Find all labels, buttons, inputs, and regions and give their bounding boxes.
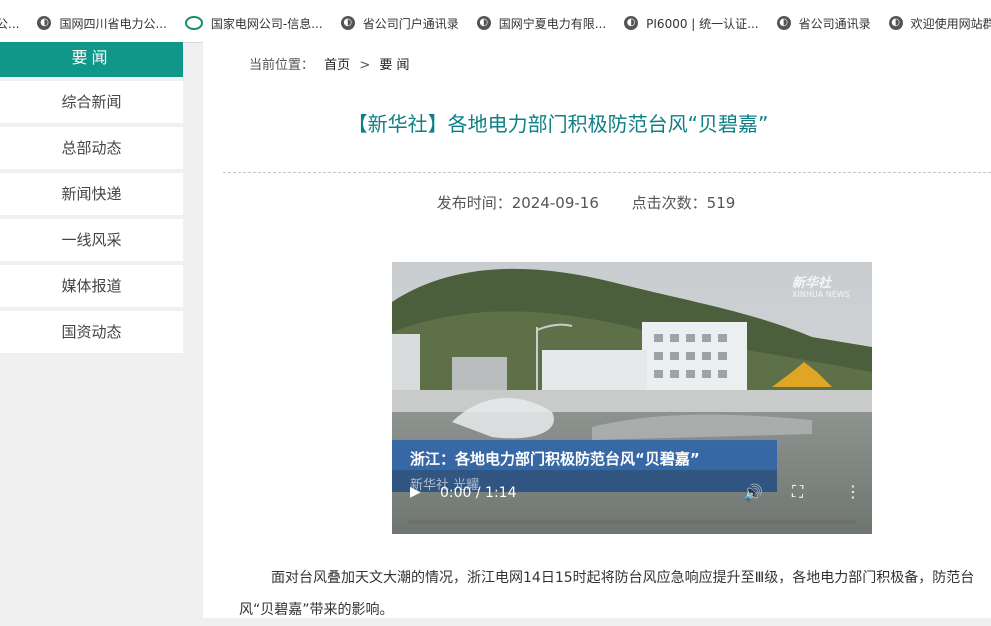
- volume-icon[interactable]: 🔊: [743, 483, 763, 502]
- sidebar: 要闻 综合新闻 总部动态 新闻快递 一线风采 媒体报道 国资动态: [0, 42, 183, 353]
- globe-icon: ◐: [340, 16, 355, 30]
- bookmark-label: 欢迎使用网站群内: [910, 16, 991, 31]
- bookmarks-bar: 公... ◐ 国网四川省电力公... 国家电网公司-信息... ◐ 省公司门户通…: [0, 4, 991, 43]
- globe-icon: ◐: [476, 16, 491, 30]
- fullscreen-icon[interactable]: ⛶: [792, 482, 803, 502]
- bookmark-label: 省公司门户通讯录: [362, 16, 459, 31]
- video-progress-track[interactable]: [408, 520, 856, 524]
- bookmark-item[interactable]: ◐ 省公司门户通讯录: [340, 15, 459, 32]
- bookmark-item[interactable]: 公...: [0, 15, 19, 32]
- video-controls: ▶ 0:00 / 1:14 🔊 ⛶ ⋮: [392, 472, 872, 534]
- bookmark-item[interactable]: ◐ 省公司通讯录: [776, 15, 871, 32]
- sidebar-item-comprehensive-news[interactable]: 综合新闻: [0, 81, 183, 123]
- globe-icon: ◐: [37, 16, 52, 30]
- article-paragraph: 面对台风叠加天文大潮的情况，浙江电网14日15时起将防台风应急响应提升至Ⅲ级，各…: [239, 562, 991, 626]
- bookmark-item[interactable]: ◐ 欢迎使用网站群内: [888, 15, 991, 32]
- video-time: 0:00 / 1:14: [440, 485, 517, 501]
- globe-icon: ◐: [888, 16, 903, 30]
- article-title: 【新华社】各地电力部门积极防范台风“贝碧嘉”: [347, 112, 769, 136]
- publish-date: 发布时间：2024-09-16: [436, 194, 599, 212]
- breadcrumb-home-link[interactable]: 首页: [324, 58, 350, 73]
- more-options-icon[interactable]: ⋮: [845, 482, 861, 501]
- video-watermark-sub: XINHUA NEWS: [792, 290, 850, 299]
- bookmark-label: 国网四川省电力公...: [59, 16, 167, 31]
- bookmark-label: PI6000 | 统一认证...: [646, 16, 759, 31]
- globe-icon: ◐: [776, 16, 791, 30]
- sidebar-item-frontline[interactable]: 一线风采: [0, 219, 183, 261]
- video-watermark: 新华社: [792, 276, 832, 291]
- bookmark-item[interactable]: ◐ 国网四川省电力公...: [37, 15, 167, 32]
- video-player[interactable]: 新华社 XINHUA NEWS 浙江：各地电力部门积极防范台风“贝碧嘉” 新华社…: [392, 262, 872, 534]
- article-meta: 发布时间：2024-09-16 点击次数：519: [203, 192, 969, 213]
- bookmark-label: 省公司通讯录: [798, 16, 871, 31]
- sidebar-header: 要闻: [0, 42, 183, 77]
- sidebar-item-headquarters[interactable]: 总部动态: [0, 127, 183, 169]
- title-divider: [223, 172, 991, 173]
- breadcrumb-prefix: 当前位置：: [249, 58, 315, 73]
- video-caption: 浙江：各地电力部门积极防范台风“贝碧嘉”: [410, 450, 700, 468]
- globe-icon: ◐: [624, 16, 639, 30]
- sidebar-item-state-assets[interactable]: 国资动态: [0, 311, 183, 353]
- sidebar-item-media-reports[interactable]: 媒体报道: [0, 265, 183, 307]
- breadcrumb: 当前位置： 首页 > 要 闻: [249, 54, 410, 73]
- breadcrumb-separator: >: [359, 58, 371, 73]
- bookmark-label: 公...: [0, 16, 20, 31]
- bookmark-label: 国网宁夏电力有限...: [498, 16, 607, 31]
- bookmark-item[interactable]: ◐ PI6000 | 统一认证...: [624, 15, 759, 32]
- bookmark-item[interactable]: 国家电网公司-信息...: [184, 15, 323, 32]
- breadcrumb-current: 要 闻: [379, 58, 410, 73]
- article-panel: 当前位置： 首页 > 要 闻 【新华社】各地电力部门积极防范台风“贝碧嘉” 发布…: [203, 42, 991, 618]
- play-icon[interactable]: ▶: [410, 484, 421, 500]
- sidebar-item-news-express[interactable]: 新闻快递: [0, 173, 183, 215]
- click-count: 点击次数：519: [631, 194, 736, 212]
- article-body-text: 面对台风叠加天文大潮的情况，浙江电网14日15时起将防台风应急响应提升至Ⅲ级，各…: [239, 570, 975, 618]
- bookmark-item[interactable]: ◐ 国网宁夏电力有限...: [476, 15, 607, 32]
- sgcc-logo-icon: [184, 16, 203, 30]
- bookmark-label: 国家电网公司-信息...: [210, 16, 323, 31]
